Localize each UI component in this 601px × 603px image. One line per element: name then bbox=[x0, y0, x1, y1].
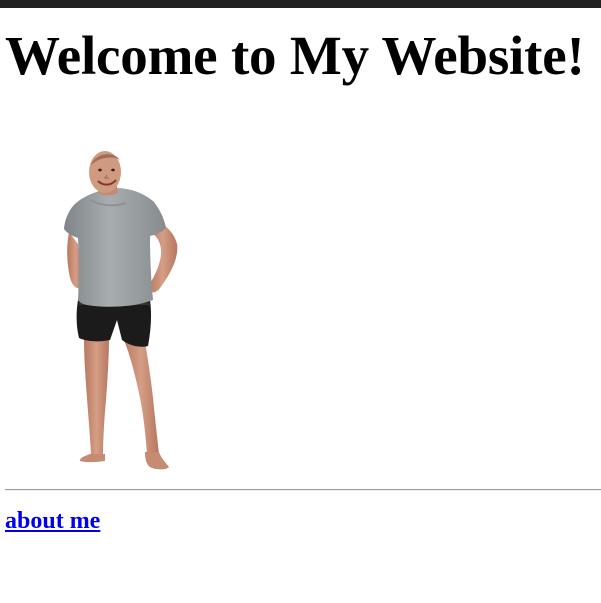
left-leg bbox=[84, 338, 109, 456]
person-standing-photo bbox=[64, 151, 178, 470]
top-bar bbox=[0, 0, 601, 8]
horizontal-divider bbox=[5, 489, 601, 491]
left-foot bbox=[79, 454, 105, 463]
right-foot bbox=[145, 452, 169, 470]
page-title: Welcome to My Website! bbox=[5, 25, 585, 86]
shorts bbox=[76, 300, 152, 347]
about-me-link[interactable]: about me bbox=[5, 506, 100, 536]
right-leg bbox=[123, 338, 159, 454]
